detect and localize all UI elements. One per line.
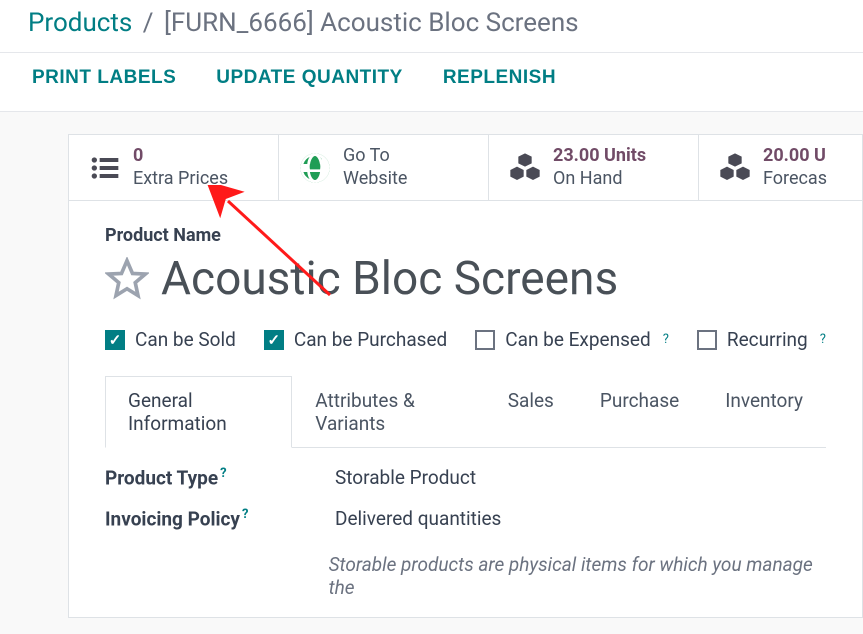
product-card: 0 Extra Prices Go To Website 23.00 U (68, 134, 863, 618)
tab-inventory[interactable]: Inventory (702, 376, 826, 448)
extra-prices-value: 0 (133, 145, 228, 168)
can-be-sold-label: Can be Sold (135, 328, 236, 351)
checkboxes-row: Can be Sold Can be Purchased Can be Expe… (105, 328, 826, 351)
checkbox-icon (264, 330, 284, 350)
product-type-value[interactable]: Storable Product (335, 466, 476, 489)
invoicing-policy-label: Invoicing Policy? (105, 507, 295, 530)
product-name-input[interactable]: Acoustic Bloc Screens (161, 252, 618, 306)
tabs: General Information Attributes & Variant… (105, 375, 826, 448)
checkbox-icon (105, 330, 125, 350)
product-name-label: Product Name (105, 225, 826, 246)
tab-general-information[interactable]: General Information (105, 376, 292, 448)
product-type-label: Product Type? (105, 466, 295, 489)
website-line2: Website (343, 168, 407, 191)
stat-buttons-row: 0 Extra Prices Go To Website 23.00 U (69, 135, 862, 201)
forecast-label: Forecas (763, 168, 827, 191)
on-hand-label: On Hand (553, 168, 646, 191)
globe-icon (299, 152, 331, 184)
breadcrumb-root[interactable]: Products (28, 8, 132, 38)
boxes-icon (719, 152, 751, 184)
recurring-label: Recurring (727, 328, 808, 351)
forecasted-button[interactable]: 20.00 U Forecas (699, 135, 827, 200)
help-icon[interactable]: ? (663, 332, 669, 347)
breadcrumb-sep: / (143, 8, 154, 38)
can-be-expensed-checkbox[interactable]: Can be Expensed ? (475, 328, 669, 351)
tab-purchase[interactable]: Purchase (577, 376, 702, 448)
help-icon[interactable]: ? (220, 466, 226, 481)
extra-prices-label: Extra Prices (133, 168, 228, 191)
recurring-checkbox[interactable]: Recurring ? (697, 328, 826, 351)
can-be-purchased-checkbox[interactable]: Can be Purchased (264, 328, 447, 351)
action-bar: PRINT LABELS UPDATE QUANTITY REPLENISH (0, 52, 863, 112)
help-icon[interactable]: ? (242, 507, 248, 522)
checkbox-icon (475, 330, 495, 350)
on-hand-button[interactable]: 23.00 Units On Hand (489, 135, 699, 200)
boxes-icon (509, 152, 541, 184)
replenish-button[interactable]: REPLENISH (443, 67, 556, 89)
tab-attributes-variants[interactable]: Attributes & Variants (292, 376, 484, 448)
update-quantity-button[interactable]: UPDATE QUANTITY (216, 67, 403, 89)
print-labels-button[interactable]: PRINT LABELS (32, 67, 176, 89)
on-hand-value: 23.00 Units (553, 145, 646, 168)
list-icon (89, 152, 121, 184)
forecast-value: 20.00 U (763, 145, 827, 168)
can-be-sold-checkbox[interactable]: Can be Sold (105, 328, 236, 351)
product-type-hint: Storable products are physical items for… (329, 553, 826, 599)
can-be-purchased-label: Can be Purchased (294, 328, 447, 351)
invoicing-policy-value[interactable]: Delivered quantities (335, 507, 501, 530)
help-icon[interactable]: ? (820, 332, 826, 347)
website-line1: Go To (343, 145, 407, 168)
breadcrumb: Products / [FURN_6666] Acoustic Bloc Scr… (0, 0, 863, 52)
tab-sales[interactable]: Sales (485, 376, 577, 448)
breadcrumb-current: [FURN_6666] Acoustic Bloc Screens (164, 8, 579, 38)
checkbox-icon (697, 330, 717, 350)
extra-prices-button[interactable]: 0 Extra Prices (69, 135, 279, 200)
favorite-star-icon[interactable] (105, 257, 149, 301)
go-to-website-button[interactable]: Go To Website (279, 135, 489, 200)
can-be-expensed-label: Can be Expensed (505, 328, 650, 351)
